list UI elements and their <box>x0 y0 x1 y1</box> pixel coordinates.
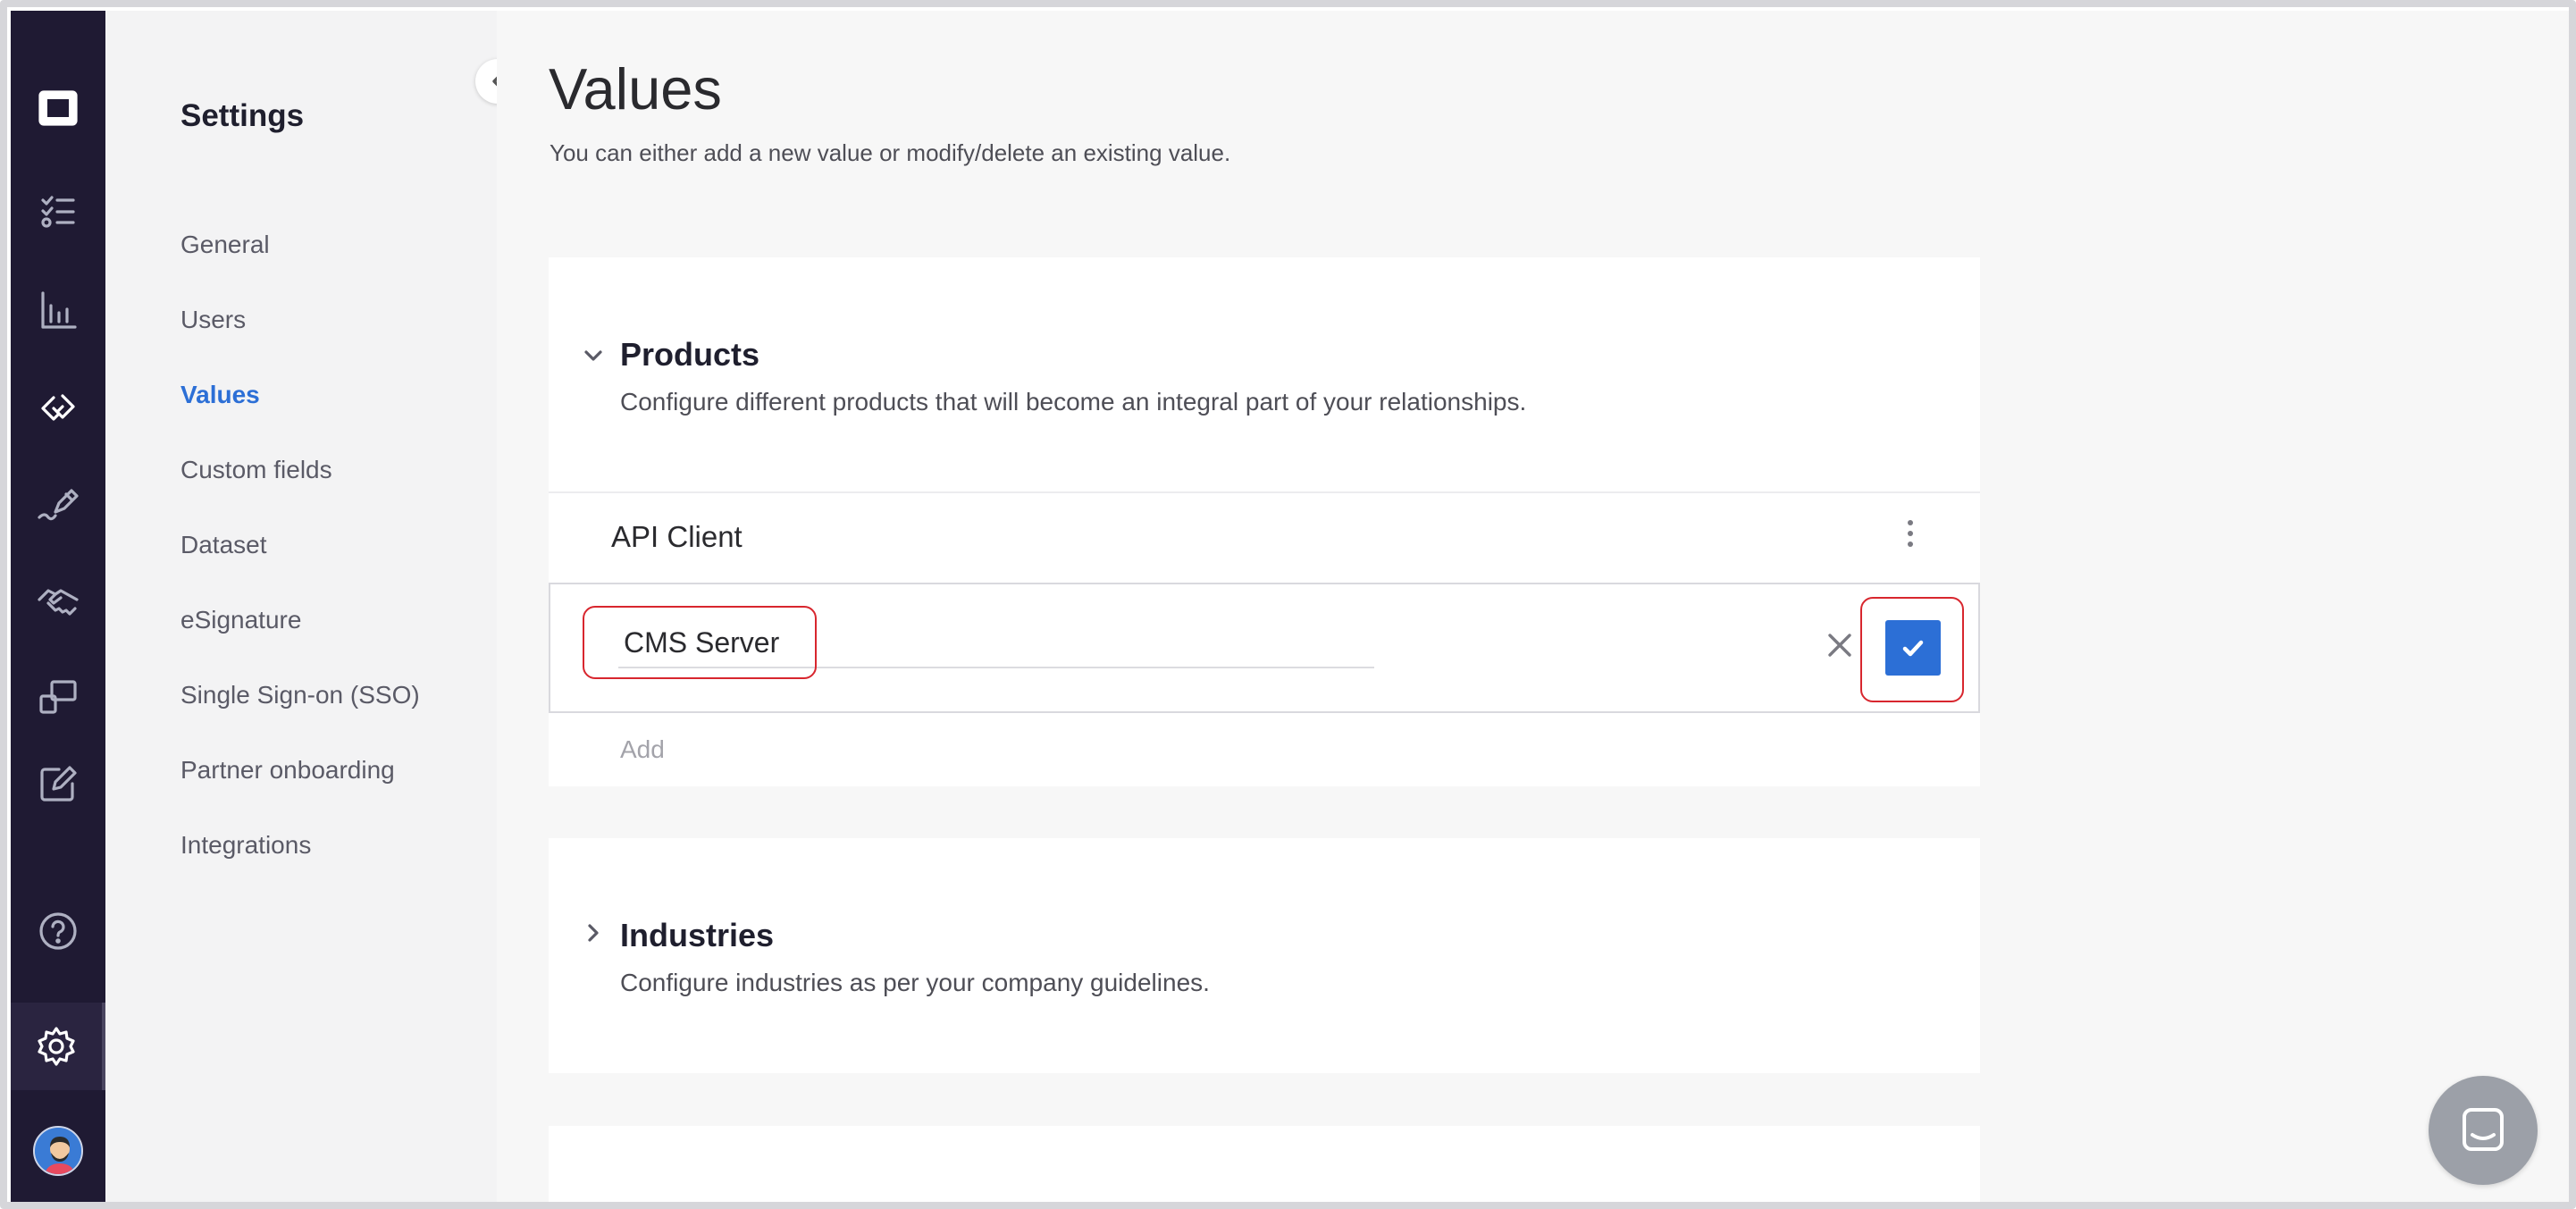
app-window: Settings General Users Values Custom fie… <box>0 0 2576 1209</box>
edit-icon[interactable] <box>11 749 105 820</box>
chevron-right-icon[interactable] <box>581 920 606 945</box>
icon-rail <box>11 11 105 1202</box>
confirm-button[interactable] <box>1885 620 1941 676</box>
divider <box>549 491 1980 493</box>
chevron-down-icon[interactable] <box>581 343 606 368</box>
bar-chart-icon[interactable] <box>11 274 105 346</box>
close-icon[interactable] <box>1825 631 1854 659</box>
sidebar-item-values[interactable]: Values <box>180 381 260 409</box>
sidebar-item-partner-onboarding[interactable]: Partner onboarding <box>180 756 395 785</box>
page-subtitle: You can either add a new value or modify… <box>550 139 1231 166</box>
products-title[interactable]: Products <box>620 336 759 374</box>
industries-description: Configure industries as per your company… <box>620 969 1210 996</box>
app-logo-icon[interactable] <box>11 73 105 145</box>
sidebar-item-custom-fields[interactable]: Custom fields <box>180 456 332 484</box>
sidebar-item-dataset[interactable]: Dataset <box>180 531 267 559</box>
screens-icon[interactable] <box>11 661 105 733</box>
gear-icon[interactable] <box>11 1003 105 1090</box>
value-input[interactable] <box>618 618 1374 668</box>
pen-sign-icon[interactable] <box>11 468 105 540</box>
products-section: Products Configure different products th… <box>549 257 1980 786</box>
sidebar-item-users[interactable]: Users <box>180 306 246 334</box>
industries-section: Industries Configure industries as per y… <box>549 838 1980 1073</box>
industries-title[interactable]: Industries <box>620 917 774 954</box>
list-item: API Client <box>611 520 743 553</box>
link-icon[interactable] <box>11 372 105 443</box>
products-description: Configure different products that will b… <box>620 388 1527 416</box>
chat-icon <box>2463 1108 2504 1151</box>
next-section <box>549 1126 1980 1202</box>
main-content: Values You can either add a new value or… <box>497 11 2569 1202</box>
handshake-icon[interactable] <box>11 565 105 636</box>
sidebar-item-general[interactable]: General <box>180 231 270 259</box>
more-options-icon[interactable] <box>1900 516 1921 551</box>
settings-sidebar: Settings General Users Values Custom fie… <box>105 11 497 1202</box>
sidebar-item-integrations[interactable]: Integrations <box>180 831 311 860</box>
add-value-button[interactable]: Add <box>620 735 665 764</box>
check-icon <box>1902 640 1924 657</box>
checklist-icon[interactable] <box>11 176 105 248</box>
chat-widget-button[interactable] <box>2429 1076 2538 1185</box>
user-avatar[interactable] <box>33 1126 83 1176</box>
help-icon[interactable] <box>11 895 105 967</box>
page-title: Values <box>549 56 722 122</box>
sidebar-title: Settings <box>180 98 305 133</box>
edit-value-row <box>549 583 1980 713</box>
sidebar-item-esignature[interactable]: eSignature <box>180 606 301 634</box>
sidebar-item-sso[interactable]: Single Sign-on (SSO) <box>180 681 420 709</box>
